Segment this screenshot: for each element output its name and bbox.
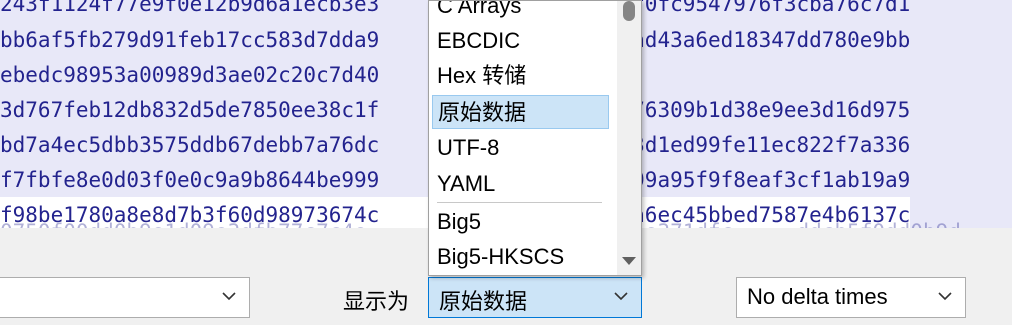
dropdown-option[interactable]: Hex 转储 bbox=[432, 59, 609, 93]
dropdown-option[interactable]: Big5-HKSCS bbox=[432, 240, 609, 274]
filter-combo[interactable] bbox=[0, 277, 250, 318]
chevron-down-icon bbox=[938, 292, 952, 301]
dropdown-option[interactable]: EBCDIC bbox=[432, 24, 609, 58]
dropdown-option[interactable]: YAML bbox=[432, 167, 609, 201]
dropdown-option[interactable]: C Arrays bbox=[432, 1, 609, 23]
delta-times-value: No delta times bbox=[747, 284, 888, 309]
chevron-down-icon bbox=[222, 292, 236, 301]
hex-line: ebedc98953a00989d3ae02c20c7d40 bbox=[0, 63, 380, 87]
scrollbar-thumb[interactable] bbox=[623, 1, 635, 21]
dropdown-separator bbox=[437, 202, 602, 203]
scroll-down-arrow-icon[interactable] bbox=[622, 257, 636, 265]
dropdown-option[interactable]: Big5 bbox=[432, 205, 609, 239]
dropdown-scrollbar[interactable] bbox=[617, 1, 641, 275]
show-as-dropdown-list[interactable]: C Arrays EBCDIC Hex 转储 原始数据 UTF-8 YAML B… bbox=[428, 0, 642, 276]
show-as-combo[interactable]: 原始数据 bbox=[428, 277, 642, 318]
chevron-down-icon bbox=[614, 292, 628, 301]
show-as-label: 显示为 bbox=[343, 289, 410, 314]
show-as-combo-value: 原始数据 bbox=[439, 289, 528, 314]
delta-times-combo[interactable]: No delta times bbox=[736, 277, 966, 318]
dropdown-option[interactable]: UTF-8 bbox=[432, 131, 609, 165]
dropdown-option-selected[interactable]: 原始数据 bbox=[432, 95, 609, 129]
